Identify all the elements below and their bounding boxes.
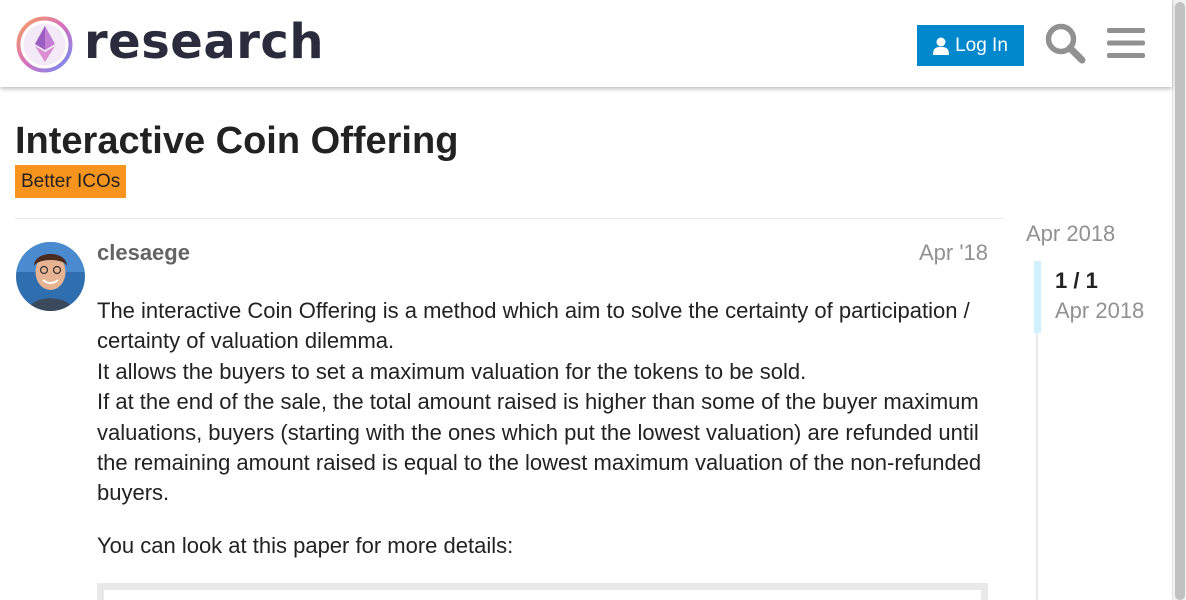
link-onebox[interactable] (97, 583, 988, 600)
post-paragraph: You can look at this paper for more deta… (97, 532, 514, 558)
post-paragraph: It allows the buyers to set a maximum va… (97, 358, 807, 384)
user-icon (933, 37, 950, 55)
post-username[interactable]: clesaege (97, 240, 190, 266)
timeline-start-date[interactable]: Apr 2018 (1026, 221, 1115, 247)
search-icon[interactable] (1044, 22, 1086, 64)
ethresearch-logo-icon (16, 16, 73, 73)
post-paragraph: If at the end of the sale, the total amo… (97, 389, 982, 506)
post-paragraph: The interactive Coin Offering is a metho… (97, 298, 970, 354)
brand-wordmark: research (84, 14, 325, 70)
timeline-scroller-handle[interactable] (1034, 261, 1041, 333)
category-badge[interactable]: Better ICOs (15, 165, 127, 198)
avatar[interactable] (16, 242, 85, 311)
post-date[interactable]: Apr '18 (919, 240, 988, 266)
hamburger-menu-icon[interactable] (1107, 26, 1145, 60)
title-divider (15, 218, 1004, 219)
login-button-label: Log In (955, 34, 1008, 56)
timeline-current-date: Apr 2018 (1055, 298, 1145, 323)
timeline-progress: 1 / 1 (1055, 268, 1098, 293)
page-scrollbar[interactable] (1172, 0, 1186, 600)
scrollbar-thumb[interactable] (1175, 2, 1185, 600)
topic-title[interactable]: Interactive Coin Offering (15, 118, 458, 164)
post-content: The interactive Coin Offering is a metho… (97, 296, 988, 561)
avatar-image (16, 242, 85, 311)
login-button[interactable]: Log In (917, 25, 1024, 66)
site-header: research Log In (0, 0, 1172, 87)
